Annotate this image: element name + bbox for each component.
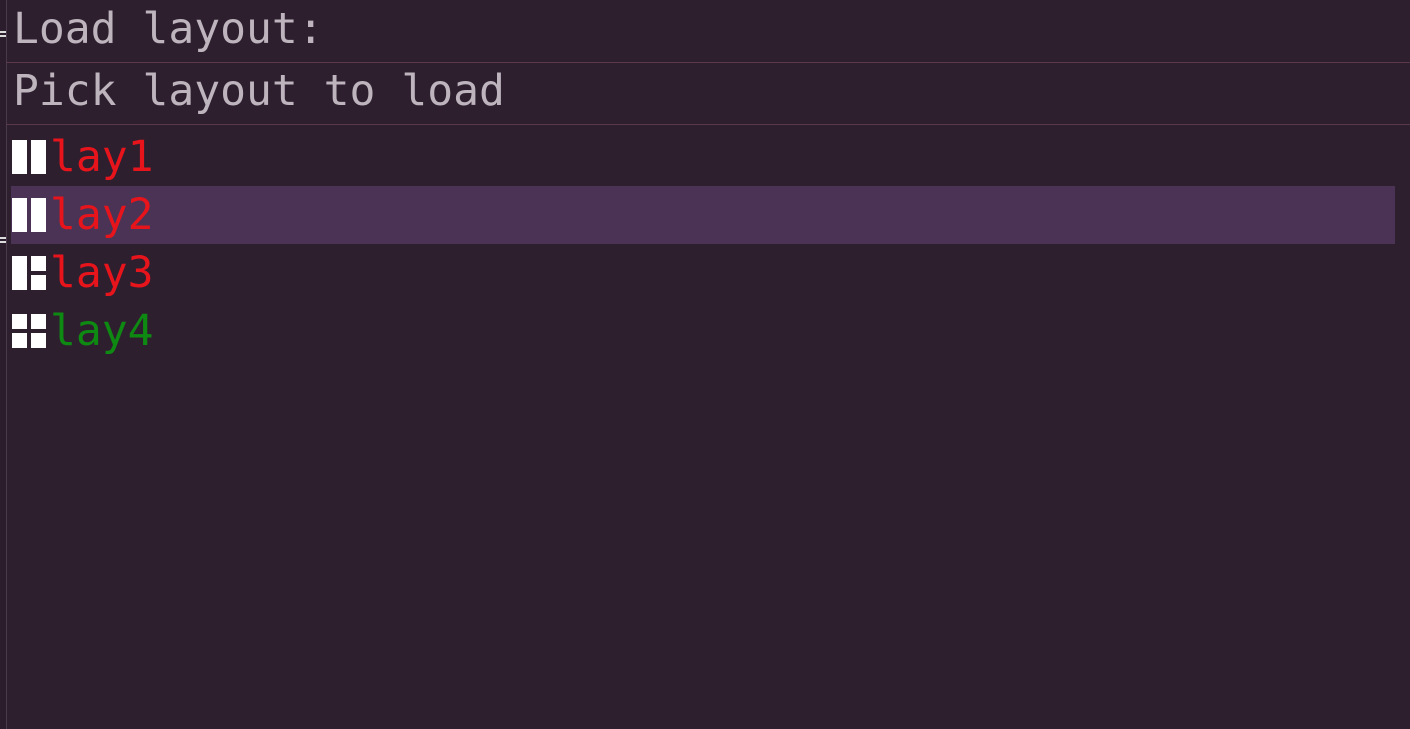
grid-four-layout-icon [12, 314, 46, 348]
layout-item-label: lay3 [50, 248, 154, 298]
layout-item-label: lay1 [50, 132, 154, 182]
search-input[interactable]: Pick layout to load [13, 62, 505, 120]
layout-item-label: lay2 [50, 190, 154, 240]
layout-item-lay1[interactable]: lay1 [11, 128, 1395, 186]
layout-item-label: lay4 [50, 306, 154, 356]
layout-item-lay3[interactable]: lay3 [11, 244, 1395, 302]
prompt-title: Load layout: [13, 4, 324, 54]
layout-item-lay2[interactable]: lay2 [11, 186, 1395, 244]
two-columns-layout-icon [12, 198, 46, 232]
main-left-stack-right-layout-icon [12, 256, 46, 290]
layout-item-lay4[interactable]: lay4 [11, 302, 1395, 360]
layout-list: lay1 lay2 lay3 lay4 [11, 128, 1395, 360]
two-columns-layout-icon [12, 140, 46, 174]
layout-picker-panel: Load layout: Pick layout to load lay1 la… [6, 0, 1410, 729]
divider [6, 124, 1410, 125]
